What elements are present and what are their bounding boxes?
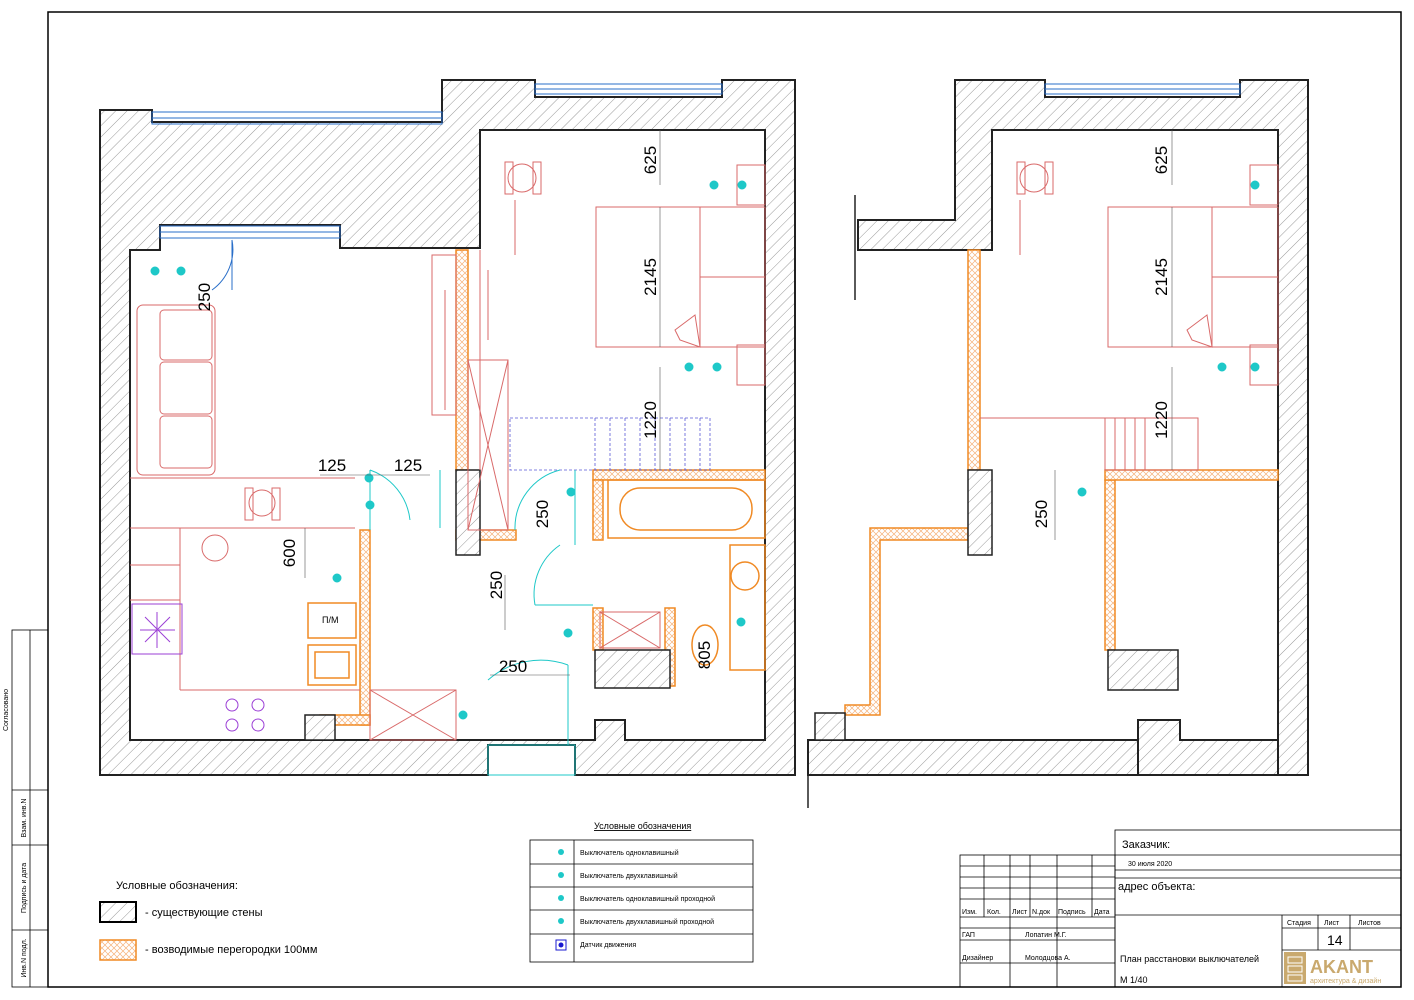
wall-legend-existing: - существующие стены [145,907,263,919]
legend-item-2: Выключатель двухклавишный [580,872,678,880]
dim-250-entrance: 250 [499,657,527,676]
right-plan-walls [807,79,1309,776]
right-bottom-wall [807,739,1139,776]
sheets-label: Листов [1358,920,1381,927]
dim-1220: 1220 [641,401,660,439]
col-izm: Изм. [962,909,977,916]
legend-item-1: Выключатель одноклавишный [580,849,679,857]
dim-250-balcony: 250 [195,283,214,311]
address-label: адрес объекта: [1118,881,1195,893]
col-sign: Подпись [1058,909,1086,916]
legend-item-5: Датчик движения [580,942,636,949]
side-sign-date: Подпись и дата [21,863,28,913]
stage-label: Стадия [1287,920,1311,927]
right-plan: 625 2145 1220 250 [807,79,1309,808]
legend-item-4: Выключатель двухклавишный проходной [580,918,714,926]
drawing-title: План расстановки выключателей [1120,954,1259,964]
switch-legend: Условные обозначения Выключатель однокла… [529,821,754,963]
r-dim-1220: 1220 [1152,401,1171,439]
wall-legend-partitions: - возводимые перегородки 100мм [145,944,317,956]
sheet-label: Лист [1324,920,1340,927]
switch-legend-title: Условные обозначения [594,821,691,831]
designer-role: Дизайнер [962,954,993,962]
existing-wall-swatch [99,901,137,923]
sheet-number: 14 [1327,932,1343,948]
col-ndoc: N.док [1032,909,1051,916]
side-stamp [11,629,49,988]
side-orig-inv: Инв.N подл. [21,938,28,977]
right-windows [1044,83,1241,95]
doors [369,469,593,776]
gap-role: ГАП [962,932,975,939]
gap-name: Лопатин М.Г. [1025,932,1067,939]
dim-250-hall: 250 [487,571,506,599]
col-list: Лист [1012,909,1028,916]
r-dim-2145: 2145 [1152,258,1171,296]
dim-805: 805 [695,641,714,669]
right-partitions [844,249,1279,716]
dim-125-right: 125 [394,456,422,475]
legend-switch-icons [558,849,564,924]
balcony-door [211,239,234,291]
fridge-label: П/М [322,615,338,625]
left-plan: П/М 625 2145 1220 250 125 125 600 250 25… [99,79,796,776]
logo-subtitle: архитектура & дизайн [1310,977,1381,985]
legend-item-3: Выключатель одноклавишный проходной [580,895,715,903]
col-kol: Кол. [987,909,1001,916]
floor-plan-drawing: П/М 625 2145 1220 250 125 125 600 250 25… [3,11,1402,988]
partition-swatch [99,939,137,961]
dim-600: 600 [280,539,299,567]
side-inv-no: Взам. инв.N [21,799,28,838]
drawing-scale: М 1/40 [1120,975,1148,985]
stairs [509,417,711,471]
dim-2145: 2145 [641,258,660,296]
left-plan-walls [99,79,796,776]
cooktop [131,603,265,732]
akant-logo-icon [1284,952,1306,984]
logo-text: AKANT [1310,957,1373,977]
wall-legend: Условные обозначения: - существующие сте… [99,880,317,961]
r-dim-250: 250 [1032,500,1051,528]
dim-125-left: 125 [318,456,346,475]
col-date: Дата [1094,909,1110,916]
dim-625: 625 [641,146,660,174]
dim-250-bath: 250 [533,500,552,528]
right-furniture [980,161,1279,471]
designer-name: Молодцова А. [1025,955,1071,962]
side-approved: Согласовано [3,689,10,731]
customer-label: Заказчик: [1122,839,1170,851]
project-date: 30 июля 2020 [1128,861,1172,868]
r-dim-625: 625 [1152,146,1171,174]
wall-legend-title: Условные обозначения: [116,880,238,892]
